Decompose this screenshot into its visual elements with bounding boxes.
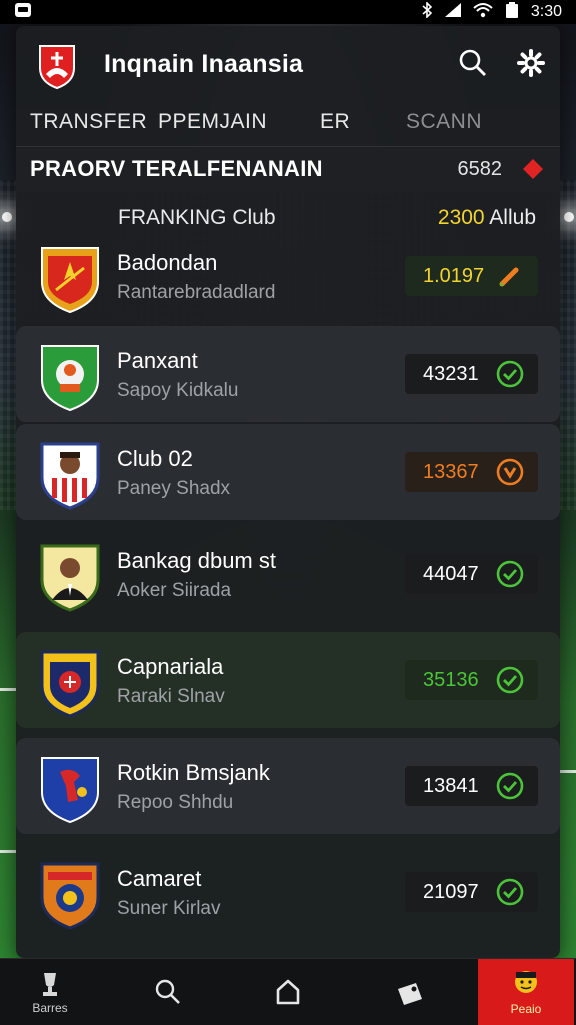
club-crest-icon — [38, 242, 102, 314]
column-header-count: 2300 Allub — [438, 206, 536, 230]
tab-transfer[interactable]: TRANSFER — [30, 110, 147, 134]
signal-icon — [444, 2, 461, 22]
club-row[interactable]: Bankag dbum st Aoker Siirada 44047 — [16, 526, 560, 622]
nav-trophies[interactable]: Barres — [2, 959, 98, 1025]
check-circle-icon[interactable] — [496, 878, 524, 906]
club-name: Camaret — [117, 866, 202, 891]
club-value: 1.0197 — [423, 264, 485, 287]
club-value: 13367 — [423, 460, 479, 483]
club-name: Panxant — [117, 348, 198, 373]
section-count: 6582 — [457, 158, 503, 180]
trophy-icon — [43, 973, 57, 996]
club-subtitle: Sapoy Kidkalu — [117, 380, 239, 401]
red-diamond-icon — [522, 158, 543, 179]
club-subtitle: Rantarebradadlard — [117, 282, 276, 303]
club-row[interactable]: Badondan Rantarebradadlard 1.0197 — [16, 228, 560, 324]
club-row[interactable]: Capnariala Raraki Slnav 35136 — [16, 632, 560, 728]
column-count-label: Allub — [489, 206, 536, 229]
wifi-icon — [473, 2, 493, 23]
transfer-tag-icon — [398, 983, 422, 1005]
club-shield-logo — [38, 44, 76, 90]
club-value: 35136 — [423, 668, 479, 691]
main-panel: Inqnain Inaansia TRANSFER PPEMJAIN ER SC… — [16, 26, 560, 958]
nav-profile[interactable]: Peaio — [478, 959, 574, 1025]
club-name: Club 02 — [117, 446, 193, 471]
home-icon — [276, 979, 300, 1005]
check-circle-icon[interactable] — [496, 666, 524, 694]
alert-circle-icon[interactable] — [496, 458, 524, 486]
check-circle-icon[interactable] — [496, 360, 524, 388]
club-crest-icon — [38, 438, 102, 510]
column-header-ranking: FRANKING Club — [118, 206, 276, 229]
tab-bar: TRANSFER PPEMJAIN ER SCANN — [16, 106, 560, 147]
value-box: 13841 — [405, 766, 538, 806]
section-title: PRAORV TERALFENANAIN — [30, 156, 323, 181]
nav-home[interactable] — [240, 959, 336, 1025]
tab-er[interactable]: ER — [320, 110, 350, 134]
value-box: 44047 — [405, 554, 538, 594]
club-name: Badondan — [117, 250, 218, 275]
check-circle-icon[interactable] — [496, 560, 524, 588]
club-value: 43231 — [423, 362, 479, 385]
value-box: 1.0197 — [405, 256, 538, 296]
club-row[interactable]: Camaret Suner Kirlav 21097 — [16, 844, 560, 940]
nav-search[interactable] — [120, 959, 216, 1025]
club-value: 44047 — [423, 562, 479, 585]
club-value: 13841 — [423, 774, 479, 797]
club-subtitle: Suner Kirlav — [117, 898, 221, 919]
settings-button[interactable] — [514, 46, 548, 80]
gear-icon — [517, 49, 545, 77]
value-box: 21097 — [405, 872, 538, 912]
value-box: 43231 — [405, 354, 538, 394]
tab-premium[interactable]: PPEMJAIN — [158, 110, 267, 134]
value-box: 35136 — [405, 660, 538, 700]
club-subtitle: Aoker Siirada — [117, 580, 232, 601]
club-crest-icon — [38, 858, 102, 930]
nav-label: Barres — [32, 1001, 68, 1015]
tab-scan[interactable]: SCANN — [406, 110, 482, 134]
club-row[interactable]: Panxant Sapoy Kidkalu 43231 — [16, 326, 560, 422]
status-bar: 3:30 — [0, 0, 576, 24]
club-crest-icon — [38, 340, 102, 412]
pitch-line — [560, 770, 576, 773]
battery-icon — [505, 1, 519, 23]
notification-icon — [14, 2, 32, 23]
player-face-icon — [515, 971, 537, 993]
club-row[interactable]: Club 02 Paney Shadx 13367 — [16, 424, 560, 520]
app-header: Inqnain Inaansia — [16, 26, 560, 106]
club-subtitle: Raraki Slnav — [117, 686, 225, 707]
floodlight-right — [564, 212, 574, 222]
club-name: Capnariala — [117, 654, 224, 679]
club-crest-icon — [38, 646, 102, 718]
clock-time: 3:30 — [530, 3, 562, 20]
club-name: Bankag dbum st — [117, 548, 276, 573]
club-subtitle: Paney Shadx — [117, 478, 231, 499]
floodlight-left — [2, 212, 12, 222]
club-crest-icon — [38, 752, 102, 824]
pitch-line — [0, 850, 16, 853]
edit-icon[interactable] — [496, 262, 524, 290]
nav-transfers[interactable] — [362, 959, 458, 1025]
club-name: Rotkin Bmsjank — [117, 760, 270, 785]
nav-label: Peaio — [510, 1002, 542, 1016]
bottom-navigation: Barres Peaio — [0, 958, 576, 1025]
column-count-number: 2300 — [437, 206, 485, 229]
club-crest-icon — [38, 540, 102, 612]
search-icon — [459, 49, 486, 76]
check-circle-icon[interactable] — [496, 772, 524, 800]
bluetooth-icon — [421, 0, 433, 23]
value-box: 13367 — [405, 452, 538, 492]
app-title: Inqnain Inaansia — [104, 50, 304, 78]
club-row[interactable]: Rotkin Bmsjank Repoo Shhdu 13841 — [16, 738, 560, 834]
club-value: 21097 — [423, 880, 479, 903]
club-subtitle: Repoo Shhdu — [117, 792, 234, 813]
pitch-line — [0, 688, 16, 691]
search-icon — [155, 979, 180, 1004]
search-button[interactable] — [456, 46, 490, 80]
section-header: PRAORV TERALFENANAIN 6582 — [16, 148, 560, 192]
